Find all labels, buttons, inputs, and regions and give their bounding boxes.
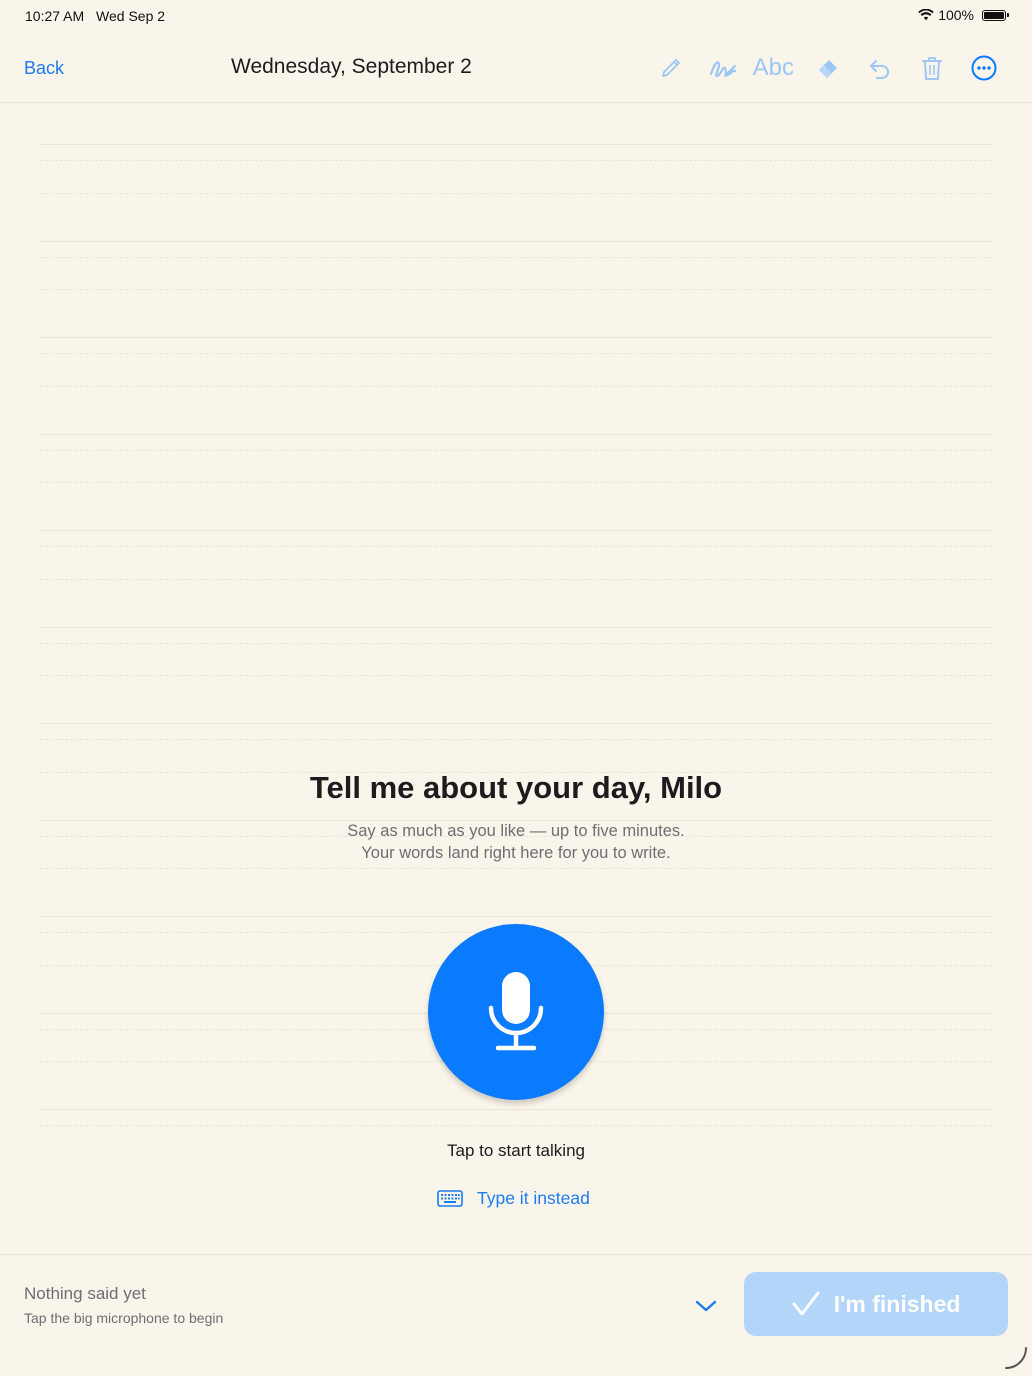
chevron-down-icon — [695, 1300, 717, 1312]
ruled-line — [40, 739, 992, 740]
microphone-button[interactable] — [428, 924, 604, 1100]
prompt-subtitle-line1: Say as much as you like — up to five min… — [347, 822, 685, 840]
battery-icon — [982, 9, 1009, 21]
checkmark-icon — [792, 1291, 820, 1316]
ruled-line — [40, 578, 992, 580]
transcript-hint: Tap the big microphone to begin — [24, 1310, 224, 1326]
handwriting-tool-button[interactable] — [705, 50, 741, 86]
ruled-line — [40, 144, 992, 145]
eraser-tool-button[interactable] — [810, 50, 846, 86]
page-title: Wednesday, September 2 — [231, 55, 472, 78]
back-button[interactable]: Back — [24, 58, 64, 79]
undo-icon — [870, 60, 889, 79]
ruled-line — [40, 546, 992, 547]
keyboard-icon — [437, 1189, 463, 1207]
finish-label: I'm finished — [833, 1290, 961, 1317]
prompt-title: Tell me about your day, Milo — [309, 770, 723, 805]
ruled-line — [40, 723, 992, 724]
ruled-line — [40, 385, 992, 387]
ruled-line — [40, 433, 992, 435]
status-clock: 10:27 AM — [25, 8, 85, 24]
wifi-icon — [918, 9, 934, 21]
microphone-icon — [488, 972, 544, 1051]
ruled-line — [40, 240, 992, 242]
ruled-line — [40, 530, 992, 531]
ruled-line — [40, 353, 992, 354]
more-icon — [971, 55, 997, 81]
status-time: 10:27 AM Wed Sep 2 — [25, 8, 165, 24]
ruled-line — [40, 1109, 992, 1110]
ruled-line — [40, 642, 992, 644]
more-options-button[interactable] — [966, 50, 1002, 86]
type-instead-label: Type it instead — [477, 1188, 590, 1208]
eraser-icon — [819, 60, 837, 78]
type-instead-link[interactable]: Type it instead — [437, 1188, 590, 1209]
resize-handle-icon — [1005, 1347, 1027, 1369]
trash-icon — [922, 57, 942, 80]
ruled-line — [40, 916, 992, 917]
ruled-line — [40, 819, 992, 821]
drawing-toolbar: Abc — [637, 50, 1002, 86]
finish-button[interactable]: I'm finished — [744, 1272, 1008, 1336]
scribble-icon — [709, 61, 736, 78]
ruled-line — [40, 337, 992, 338]
prompt-subtitle-line2: Your words land right here for you to wr… — [361, 844, 671, 862]
bottom-bar: Nothing said yet Tap the big microphone … — [0, 1254, 1032, 1376]
pencil-icon — [661, 59, 680, 77]
ruled-line — [40, 1125, 992, 1126]
ruled-line — [40, 868, 992, 869]
battery-percent: 100% — [938, 7, 974, 23]
expand-transcript-button[interactable] — [692, 1292, 720, 1320]
undo-button[interactable] — [862, 50, 898, 86]
text-tool-button[interactable]: Abc — [753, 50, 794, 86]
text-tool-label: Abc — [752, 54, 794, 81]
pen-tool-button[interactable] — [653, 50, 689, 86]
microphone-label: Tap to start talking — [447, 1141, 585, 1160]
nav-bar: Back Wednesday, September 2 Abc — [0, 36, 1032, 103]
status-indicators: 100% — [918, 7, 1009, 23]
ruled-line — [40, 256, 992, 258]
ruled-line — [40, 289, 992, 290]
status-date: Wed Sep 2 — [96, 8, 166, 24]
ruled-line — [40, 160, 992, 161]
transcript-status: Nothing said yet — [24, 1284, 146, 1303]
ruled-line — [40, 449, 992, 451]
status-bar: 10:27 AM Wed Sep 2 100% — [0, 0, 1032, 32]
ruled-line — [40, 192, 992, 194]
ruled-line — [40, 482, 992, 483]
ruled-line — [40, 626, 992, 628]
delete-button[interactable] — [914, 50, 950, 86]
ruled-line — [40, 675, 992, 676]
